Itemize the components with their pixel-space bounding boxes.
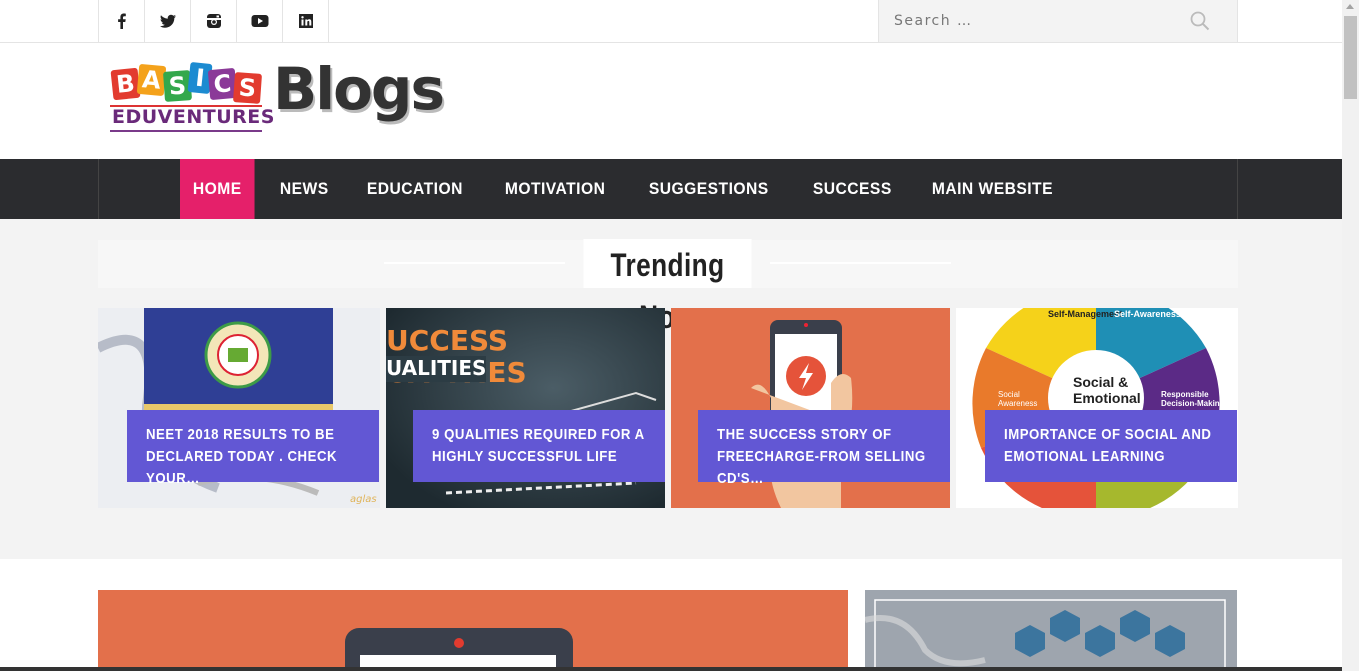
card-caption: IMPORTANCE OF SOCIAL AND EMOTIONAL LEARN… [985,410,1237,482]
nav-item-motivation[interactable]: MOTIVATION [492,159,618,219]
divider [770,262,951,264]
instagram-link[interactable] [191,0,237,42]
logo-wordmark: Blogs [273,55,445,123]
top-bar [0,0,1342,43]
card-caption: THE SUCCESS STORY OF FREECHARGE-FROM SEL… [698,410,950,487]
twitter-link[interactable] [145,0,191,42]
card-title: THE SUCCESS STORY OF FREECHARGE-FROM SEL… [717,426,926,487]
card-title: IMPORTANCE OF SOCIAL AND EMOTIONAL LEARN… [1004,426,1212,465]
trending-card[interactable]: THE SUCCESS STORY OF FREECHARGE-FROM SEL… [671,308,950,508]
divider [384,262,565,264]
nav-items: HOME NEWS EDUCATION MOTIVATION SUGGESTIO… [180,159,1085,219]
nav-item-home[interactable]: HOME [180,159,255,219]
logo-rule [110,130,262,132]
linkedin-icon [298,14,313,28]
scroll-thumb[interactable] [1344,16,1357,99]
card-title: 9 QUALITIES REQUIRED FOR A HIGHLY SUCCES… [432,426,645,465]
nav-item-main-website[interactable]: MAIN WEBSITE [919,159,1066,219]
logo-subtitle-text: EDUVENTURES [112,106,275,128]
nav-inner: HOME NEWS EDUCATION MOTIVATION SUGGESTIO… [98,159,1238,219]
trending-section: Trending Now aglas NEET 2018 RESULTS TO … [0,219,1342,559]
scroll-up-arrow[interactable] [1346,4,1354,9]
card-image-text: Self-Awareness [1114,309,1181,319]
nav-item-success[interactable]: SUCCESS [800,159,905,219]
social-links [98,0,329,42]
card-image-text: Self-Management [1048,309,1123,319]
site-logo[interactable]: B A S I C S EDUVENTURES Blogs [110,55,450,147]
linkedin-link[interactable] [283,0,329,42]
card-image-text: aglas [350,494,377,505]
side-post-image[interactable] [865,590,1237,671]
youtube-icon [251,15,268,27]
card-caption: NEET 2018 RESULTS TO BE DECLARED TODAY .… [127,410,379,487]
main-nav: HOME NEWS EDUCATION MOTIVATION SUGGESTIO… [0,159,1342,219]
nav-item-education[interactable]: EDUCATION [354,159,476,219]
facebook-icon [117,13,126,29]
logo-letter: B [110,67,141,101]
card-caption: 9 QUALITIES REQUIRED FOR A HIGHLY SUCCES… [413,410,665,482]
logo-letter: S [232,72,263,104]
search-input[interactable] [879,0,1179,42]
page-scrollbar[interactable] [1342,0,1359,671]
search-icon[interactable] [1189,10,1211,32]
laptop-illustration [345,628,573,671]
facebook-link[interactable] [99,0,145,42]
trending-card[interactable]: aglas NEET 2018 RESULTS TO BE DECLARED T… [98,308,380,508]
trending-card[interactable]: Self-Management Self-Awareness Social & E… [956,308,1238,508]
trending-card[interactable]: UCCESSUALITIES UALITIES 9 QUALITIES REQU… [386,308,665,508]
logo-subtitle: EDUVENTURES [110,105,274,132]
nav-item-news[interactable]: NEWS [267,159,342,219]
search-box [878,0,1238,42]
bottom-edge [0,667,1342,671]
featured-post-image[interactable] [98,590,848,671]
logo-letter: A [136,63,167,97]
medical-illustration [865,590,1237,671]
card-title: NEET 2018 RESULTS TO BE DECLARED TODAY .… [146,426,338,487]
twitter-icon [159,14,176,28]
nav-item-suggestions[interactable]: SUGGESTIONS [636,159,782,219]
youtube-link[interactable] [237,0,283,42]
card-image-text-2: UALITIES [386,356,486,380]
instagram-icon [206,14,221,28]
trending-title: Trending Now [583,239,752,335]
